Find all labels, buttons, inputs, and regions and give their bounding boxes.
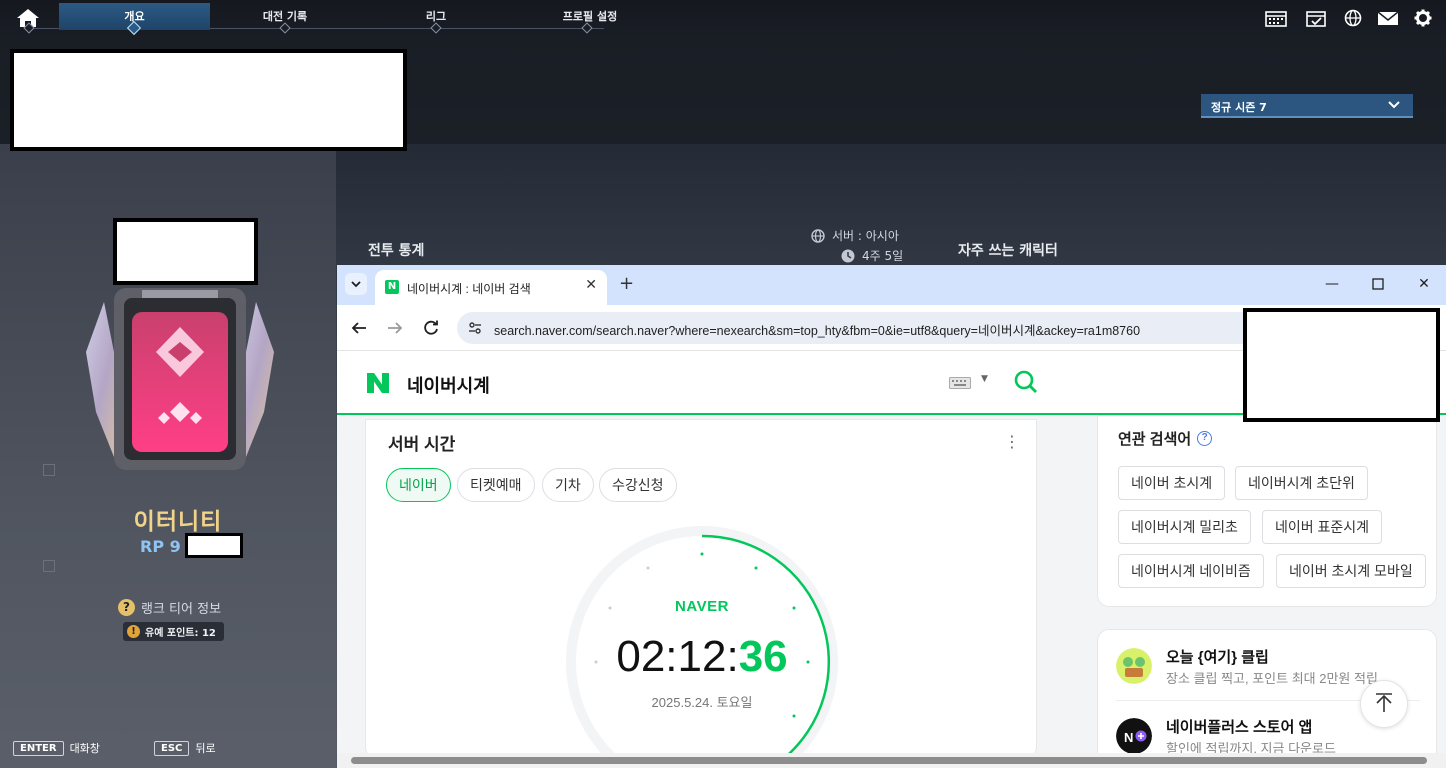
related-keyword[interactable]: 네이버 초시계 모바일	[1276, 554, 1426, 588]
server-region: 서버 : 아시아	[832, 229, 899, 243]
store-title: 네이버플러스 스토어 앱	[1166, 719, 1313, 736]
naver-plus-store-icon: N	[1116, 718, 1152, 753]
close-tab-icon[interactable]: ✕	[585, 277, 597, 293]
tab-strip: N 네이버시계 : 네이버 검색 ✕ + — ✕	[337, 265, 1446, 305]
rank-tier-info-label: 랭크 티어 정보	[141, 602, 222, 617]
related-keyword[interactable]: 네이버 초시계	[1118, 466, 1226, 500]
new-tab-button[interactable]: +	[619, 273, 634, 294]
chip-course[interactable]: 수강신청	[599, 468, 677, 502]
chevron-down-icon	[1388, 101, 1400, 109]
related-searches-title: 연관 검색어 ?	[1118, 428, 1213, 449]
deco-square	[43, 560, 55, 572]
search-query[interactable]: 네이버시계	[407, 372, 490, 398]
search-icon[interactable]	[1013, 369, 1039, 395]
globe-icon[interactable]	[1342, 9, 1364, 27]
keyboard-dropdown-icon[interactable]: ▼	[981, 374, 988, 384]
calendar-icon[interactable]	[1265, 9, 1287, 27]
keyboard-icon[interactable]	[949, 377, 971, 389]
tier-name: 이터니티	[133, 509, 223, 535]
horizontal-scrollbar[interactable]	[337, 753, 1446, 768]
enter-hint-label: 대화창	[69, 742, 100, 755]
arrow-up-icon	[1376, 693, 1392, 712]
season-dropdown[interactable]: 정규 시즌 7	[1201, 94, 1413, 118]
game-top-nav: 개요 대전 기록 리그 프로필 설정	[0, 0, 1446, 36]
store-subtitle: 할인에 적립까지, 지금 다운로드	[1166, 741, 1336, 753]
related-keyword[interactable]: 네이버시계 초단위	[1235, 466, 1368, 500]
site-info-icon[interactable]	[467, 320, 483, 336]
grace-points-label: 유예 포인트: 12	[145, 628, 216, 639]
scroll-to-top-button[interactable]	[1360, 680, 1408, 728]
chip-train[interactable]: 기차	[542, 468, 594, 502]
scrollbar-thumb[interactable]	[351, 757, 1427, 764]
redacted-rank-label	[113, 218, 258, 285]
enter-key: ENTER	[13, 740, 64, 756]
help-icon[interactable]: ?	[1197, 431, 1213, 446]
forward-icon[interactable]	[384, 317, 406, 339]
clock-time: 02:12:36	[564, 632, 840, 682]
related-title-text: 연관 검색어	[1118, 431, 1192, 448]
frequent-characters-heading: 자주 쓰는 캐릭터	[958, 243, 1058, 259]
related-keyword[interactable]: 네이버시계 밀리초	[1118, 510, 1251, 544]
chip-naver[interactable]: 네이버	[386, 468, 451, 502]
server-globe-icon	[811, 229, 825, 243]
clock-seconds: 36	[738, 632, 788, 681]
server-clock: NAVER 02:12:36 2025.5.24. 토요일	[564, 524, 840, 753]
rank-tier-info-link[interactable]: ? 랭크 티어 정보	[118, 598, 221, 617]
tab-search-button[interactable]	[345, 273, 367, 295]
minimize-button[interactable]: —	[1320, 273, 1344, 295]
deco-square	[43, 464, 55, 476]
esc-hint-label: 뒤로	[195, 742, 216, 755]
browser-tab[interactable]: N 네이버시계 : 네이버 검색 ✕	[375, 270, 607, 305]
tab-title: 네이버시계 : 네이버 검색	[407, 282, 531, 296]
address-bar[interactable]: search.naver.com/search.naver?where=nexe…	[457, 312, 1287, 344]
redacted-player-name	[10, 49, 407, 151]
close-window-button[interactable]: ✕	[1412, 273, 1436, 295]
url-text: search.naver.com/search.naver?where=nexe…	[494, 324, 1141, 338]
naver-logo-icon[interactable]	[365, 371, 391, 395]
mail-icon[interactable]	[1377, 9, 1399, 27]
question-icon: ?	[118, 599, 135, 616]
maximize-button[interactable]	[1366, 273, 1390, 295]
clip-promo-icon	[1116, 648, 1152, 684]
chevron-down-icon	[351, 281, 361, 288]
related-searches-card: 연관 검색어 ? 네이버 초시계 네이버시계 초단위 네이버시계 밀리초 네이버…	[1097, 415, 1437, 607]
reload-icon[interactable]	[420, 317, 442, 339]
enter-hint[interactable]: ENTER 대화창	[13, 740, 100, 756]
server-time-title: 서버 시간	[388, 435, 456, 454]
server-time-card: 서버 시간 ⋮ 네이버 티켓예매 기차 수강신청 NAVER 02:12:36 …	[365, 419, 1037, 753]
search-results: 서버 시간 ⋮ 네이버 티켓예매 기차 수강신청 NAVER 02:12:36 …	[337, 415, 1446, 753]
clock-date: 2025.5.24. 토요일	[651, 695, 753, 710]
back-icon[interactable]	[348, 317, 370, 339]
server-info: 서버 : 아시아 4주 5일	[810, 226, 903, 266]
clip-subtitle: 장소 클립 찍고, 포인트 최대 2만원 적립	[1166, 671, 1378, 686]
svg-text:N: N	[1124, 730, 1133, 745]
calendar-check-icon[interactable]	[1305, 9, 1327, 27]
clock-brand: NAVER	[675, 598, 729, 615]
maximize-icon	[1372, 278, 1384, 290]
clock-icon	[841, 249, 855, 263]
related-keyword[interactable]: 네이버 표준시계	[1262, 510, 1383, 544]
esc-hint[interactable]: ESC 뒤로	[154, 740, 216, 756]
warning-icon: !	[127, 625, 140, 638]
esc-key: ESC	[154, 740, 190, 756]
clip-title: 오늘 {여기} 클립	[1166, 649, 1269, 666]
rank-points: RP 9	[140, 537, 181, 556]
naver-favicon-icon: N	[385, 280, 399, 294]
gear-icon[interactable]	[1412, 9, 1434, 27]
redacted-rp-value	[185, 533, 243, 558]
related-keyword[interactable]: 네이버시계 네이비즘	[1118, 554, 1264, 588]
season-dropdown-value: 정규 시즌 7	[1211, 101, 1267, 114]
chip-ticket[interactable]: 티켓예매	[457, 468, 535, 502]
redacted-browser-overlay	[1243, 308, 1440, 422]
more-options-icon[interactable]: ⋮	[1004, 432, 1020, 451]
grace-points-badge: ! 유예 포인트: 12	[123, 622, 224, 641]
season-elapsed: 4주 5일	[862, 249, 904, 263]
eternity-rank-emblem	[86, 288, 274, 470]
clock-hours-minutes: 02:12:	[616, 632, 739, 681]
battle-stats-heading: 전투 통계	[368, 243, 425, 259]
